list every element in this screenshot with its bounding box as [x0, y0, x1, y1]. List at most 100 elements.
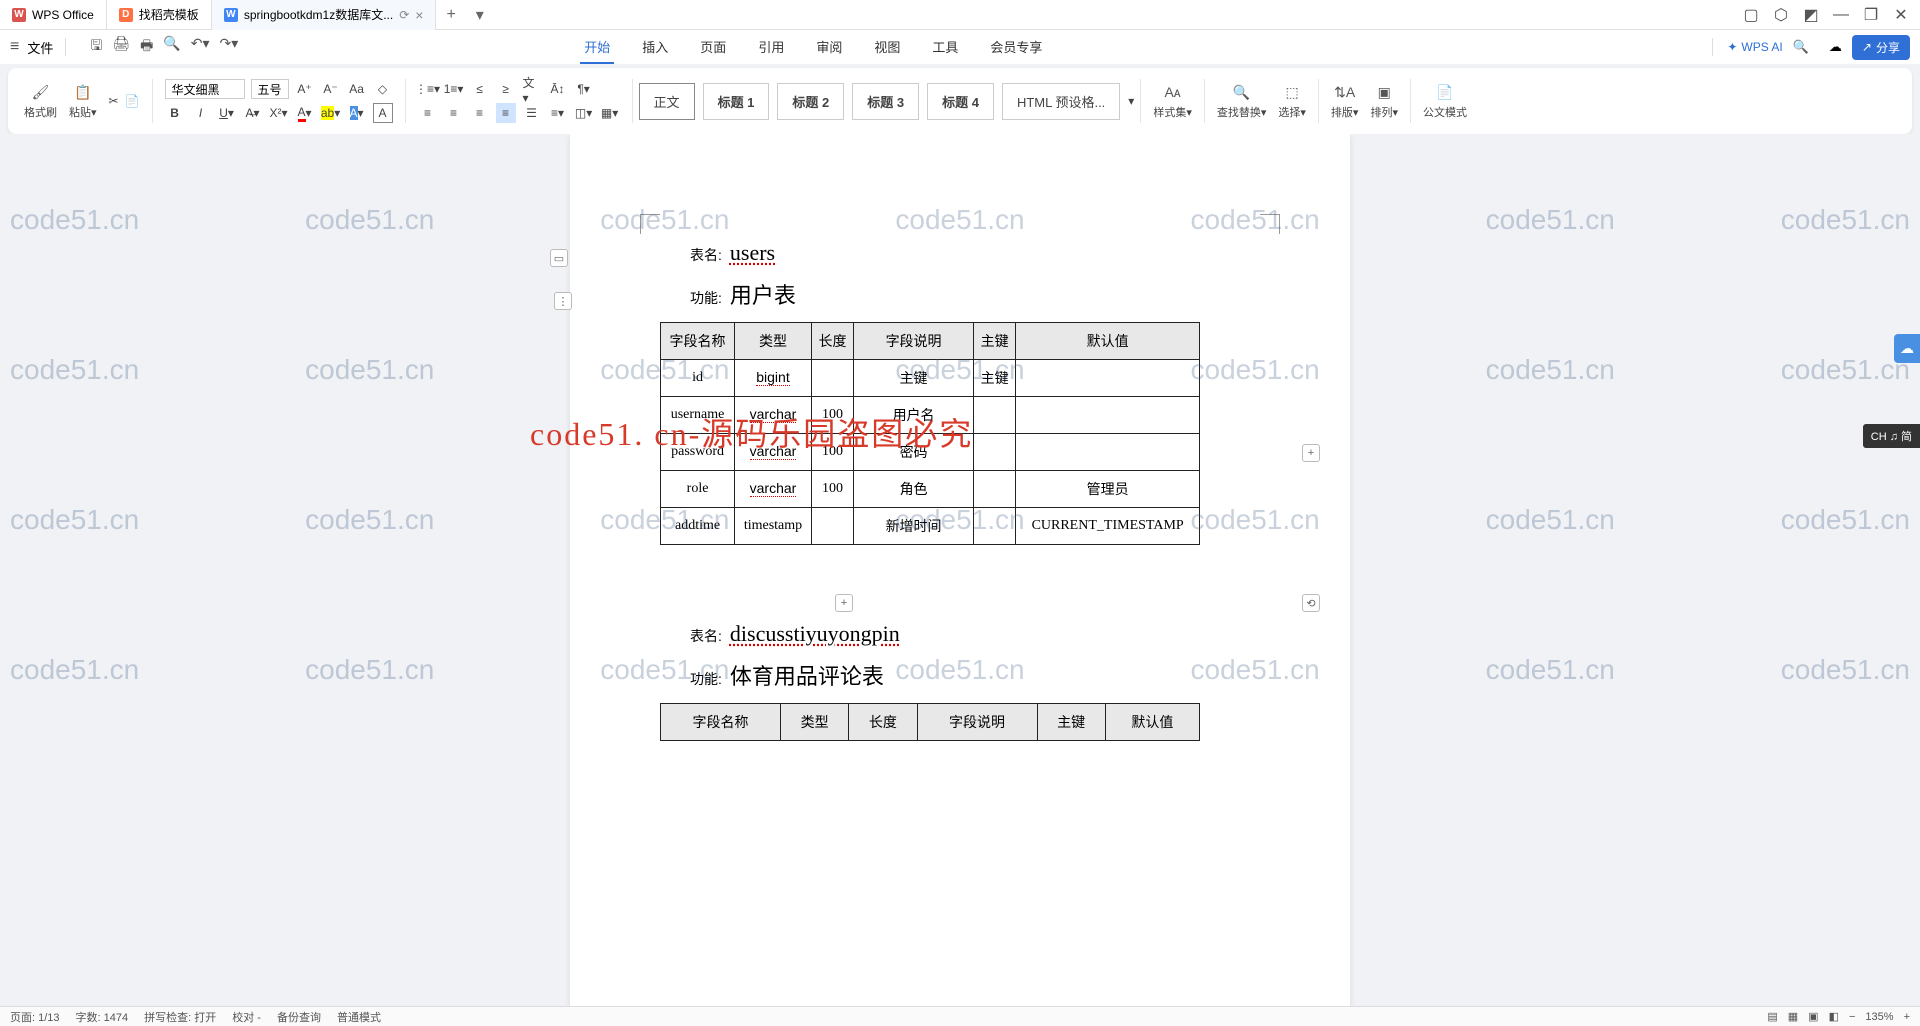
table-name-value[interactable]: discusstiyuyongpin	[730, 621, 900, 647]
style-html[interactable]: HTML 预设格...	[1002, 83, 1120, 120]
select-group[interactable]: ⬚选择▾	[1272, 82, 1312, 120]
menu-tab-tools[interactable]: 工具	[928, 31, 962, 64]
table-func-value[interactable]: 体育用品评论表	[730, 659, 884, 691]
align-justify-icon[interactable]: ≡	[496, 103, 516, 123]
wps-ai-button[interactable]: ✦ WPS AI	[1727, 40, 1782, 54]
style-h3[interactable]: 标题 3	[852, 83, 919, 120]
align-center-icon[interactable]: ≡	[444, 103, 464, 123]
th[interactable]: 字段说明	[917, 704, 1037, 741]
zoom-out-icon[interactable]: −	[1849, 1011, 1855, 1023]
document-canvas[interactable]: ▭ ⋮ 表名: users 功能: 用户表 字段名称 类型 长度 字段说明 主键…	[0, 134, 1920, 1006]
view-mode-icon[interactable]: ◧	[1829, 1010, 1839, 1023]
th[interactable]: 字段说明	[854, 323, 974, 360]
th[interactable]: 主键	[974, 323, 1016, 360]
th[interactable]: 字段名称	[661, 704, 781, 741]
undo-icon[interactable]: ↶▾	[191, 35, 210, 59]
superscript-button[interactable]: X²▾	[269, 103, 289, 123]
char-border-button[interactable]: A	[373, 103, 393, 123]
cloud-icon[interactable]: ☁	[1829, 39, 1842, 55]
view-mode-icon[interactable]: ▤	[1767, 1010, 1777, 1023]
window-cube-icon[interactable]: ⬡	[1768, 2, 1794, 28]
menu-tab-insert[interactable]: 插入	[638, 31, 672, 64]
asian-layout-icon[interactable]: 文▾	[522, 79, 542, 99]
cut-icon[interactable]: ✂	[109, 94, 119, 108]
th[interactable]: 长度	[811, 323, 853, 360]
distribute-icon[interactable]: ☰	[522, 103, 542, 123]
ime-badge[interactable]: CH ♫ 简	[1863, 424, 1920, 448]
th[interactable]: 主键	[1037, 704, 1105, 741]
menu-tab-vip[interactable]: 会员专享	[986, 31, 1046, 64]
italic-button[interactable]: I	[191, 103, 211, 123]
th[interactable]: 字段名称	[661, 323, 735, 360]
menu-tab-view[interactable]: 视图	[870, 31, 904, 64]
save-icon[interactable]: 🖫	[90, 35, 102, 59]
menu-tab-page[interactable]: 页面	[696, 31, 730, 64]
th[interactable]: 长度	[849, 704, 917, 741]
menu-tab-review[interactable]: 审阅	[812, 31, 846, 64]
status-proof[interactable]: 校对 -	[232, 1009, 261, 1025]
db-table-users[interactable]: 字段名称 类型 长度 字段说明 主键 默认值 idbigint主键主键 user…	[660, 322, 1200, 545]
align-left-icon[interactable]: ≡	[418, 103, 438, 123]
view-mode-icon[interactable]: ▦	[1788, 1010, 1798, 1023]
layout-group[interactable]: ⇅A排版▾	[1325, 82, 1365, 120]
show-marks-icon[interactable]: ¶▾	[574, 79, 594, 99]
shading-button[interactable]: A▾	[347, 103, 367, 123]
status-backup[interactable]: 备份查询	[277, 1009, 321, 1025]
zoom-level[interactable]: 135%	[1865, 1011, 1893, 1023]
cloud-float-icon[interactable]: ☁	[1894, 334, 1920, 363]
table-add-row-icon[interactable]: +	[835, 594, 853, 612]
close-icon[interactable]: ×	[415, 7, 423, 23]
share-button[interactable]: ↗ 分享	[1852, 35, 1910, 60]
highlight-button[interactable]: ab▾	[321, 103, 341, 123]
number-list-icon[interactable]: 1≡▾	[444, 79, 464, 99]
borders-icon[interactable]: ▦▾	[600, 103, 620, 123]
style-set-group[interactable]: Aᴀ样式集▾	[1147, 82, 1198, 120]
status-spellcheck[interactable]: 拼写检查: 打开	[144, 1009, 216, 1025]
copy-icon[interactable]: 📄	[125, 94, 140, 108]
bullet-list-icon[interactable]: ⋮≡▾	[418, 79, 438, 99]
change-case-icon[interactable]: Aa	[347, 79, 367, 99]
font-name-select[interactable]	[165, 79, 245, 99]
tab-docker-templates[interactable]: D 找稻壳模板	[107, 0, 212, 30]
style-normal[interactable]: 正文	[639, 83, 695, 120]
official-mode-group[interactable]: 📄公文模式	[1417, 82, 1473, 120]
file-menu[interactable]: 文件	[27, 38, 53, 57]
document-page[interactable]: ▭ ⋮ 表名: users 功能: 用户表 字段名称 类型 长度 字段说明 主键…	[570, 134, 1350, 1006]
outline-handle-icon[interactable]: ▭	[550, 249, 568, 267]
status-page[interactable]: 页面: 1/13	[10, 1009, 60, 1025]
para-shading-icon[interactable]: ◫▾	[574, 103, 594, 123]
table-add-col-icon[interactable]: +	[1302, 444, 1320, 462]
minimize-button[interactable]: —	[1828, 2, 1854, 28]
sort-icon[interactable]: Ā↕	[548, 79, 568, 99]
maximize-button[interactable]: ❐	[1858, 2, 1884, 28]
zoom-in-icon[interactable]: +	[1904, 1011, 1910, 1023]
decrease-indent-icon[interactable]: ≤	[470, 79, 490, 99]
bold-button[interactable]: B	[165, 103, 185, 123]
th[interactable]: 默认值	[1016, 323, 1200, 360]
paste-group[interactable]: 📋 粘贴▾	[63, 82, 103, 120]
table-func-value[interactable]: 用户表	[730, 278, 796, 310]
view-mode-icon[interactable]: ▣	[1808, 1010, 1818, 1023]
hamburger-icon[interactable]: ≡	[10, 38, 19, 56]
table-name-value[interactable]: users	[730, 240, 775, 266]
menu-tab-reference[interactable]: 引用	[754, 31, 788, 64]
style-more-icon[interactable]: ▾	[1128, 94, 1134, 108]
arrange-group[interactable]: ▣排列▾	[1364, 82, 1404, 120]
outline-handle-icon[interactable]: ⋮	[554, 292, 572, 310]
increase-font-icon[interactable]: A⁺	[295, 79, 315, 99]
preview-icon[interactable]: 🔍	[163, 35, 180, 59]
underline-button[interactable]: U▾	[217, 103, 237, 123]
search-icon[interactable]: 🔍	[1793, 39, 1809, 55]
font-color-button[interactable]: A▾	[295, 103, 315, 123]
export-icon[interactable]: 🖨	[112, 35, 130, 59]
redo-icon[interactable]: ↷▾	[220, 35, 239, 59]
clear-format-icon[interactable]: ◇	[373, 79, 393, 99]
th[interactable]: 默认值	[1105, 704, 1199, 741]
increase-indent-icon[interactable]: ≥	[496, 79, 516, 99]
tab-refresh-icon[interactable]: ⟳	[399, 8, 409, 22]
line-spacing-icon[interactable]: ≡▾	[548, 103, 568, 123]
style-h2[interactable]: 标题 2	[777, 83, 844, 120]
style-h4[interactable]: 标题 4	[927, 83, 994, 120]
close-window-button[interactable]: ✕	[1888, 2, 1914, 28]
strike-button[interactable]: A̶▾	[243, 103, 263, 123]
